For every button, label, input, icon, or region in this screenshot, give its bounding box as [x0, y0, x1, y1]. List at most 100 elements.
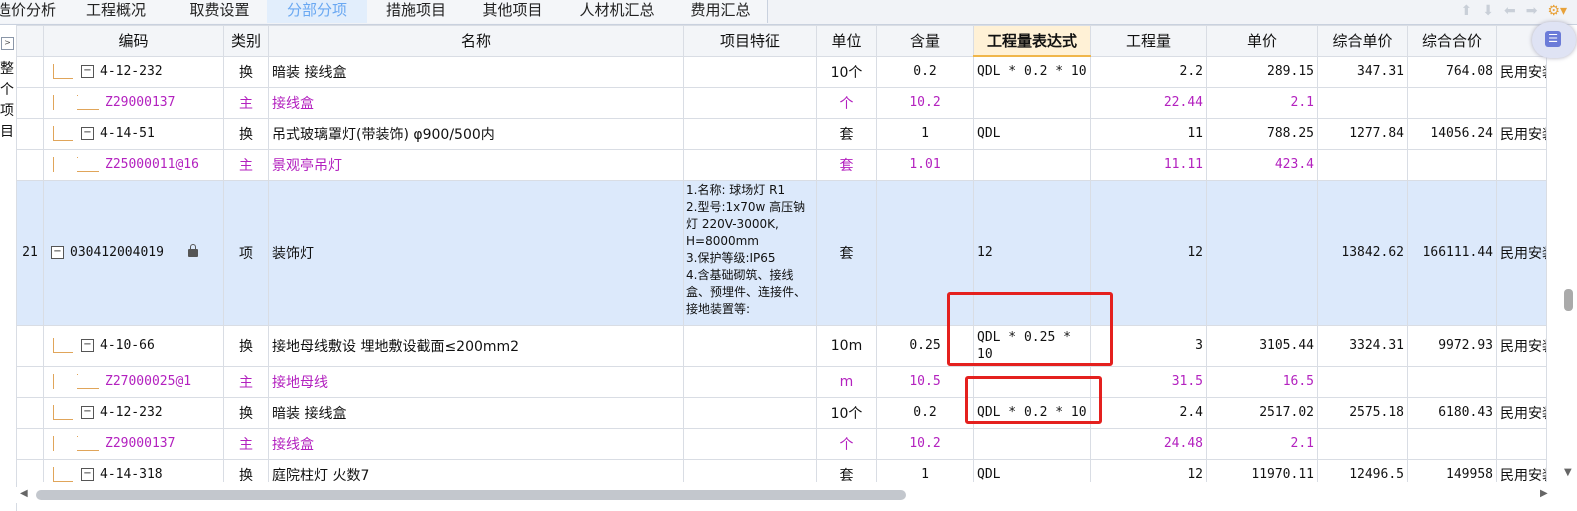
tab-2[interactable]: 取费设置 [172, 0, 268, 23]
collapse-node-icon[interactable]: − [51, 246, 64, 259]
feature-cell[interactable] [683, 365, 817, 398]
column-header-3[interactable]: 项目特征 [683, 25, 817, 57]
tab-3[interactable]: 分部分项 [267, 0, 368, 23]
type-cell[interactable]: 主 [223, 86, 269, 119]
column-header-8[interactable]: 单价 [1206, 25, 1318, 57]
composite-unit-price-cell[interactable]: 2575.18 [1317, 396, 1408, 429]
category-cell[interactable] [1496, 148, 1547, 181]
content-cell[interactable]: 0.25 [876, 324, 974, 367]
code-cell[interactable]: Z25000011@16 [43, 148, 224, 181]
unit-price-cell[interactable]: 289.15 [1206, 55, 1318, 88]
unit-cell[interactable]: 套 [816, 179, 877, 326]
unit-cell[interactable]: 个 [816, 86, 877, 119]
table-row[interactable]: −4-10-66 换接地母线敷设 埋地敷设截面≤200mm2 10m 0.25 QDL … [16, 324, 1547, 367]
content-cell[interactable] [876, 179, 974, 326]
composite-unit-price-cell[interactable] [1317, 365, 1408, 398]
composite-total-cell[interactable] [1407, 86, 1497, 119]
collapse-node-icon[interactable]: − [81, 65, 94, 78]
feature-cell[interactable] [683, 55, 817, 88]
vertical-scroll-thumb[interactable] [1564, 289, 1573, 311]
content-cell[interactable]: 10.2 [876, 427, 974, 460]
feature-cell[interactable] [683, 458, 817, 482]
type-cell[interactable]: 换 [223, 55, 269, 88]
composite-total-cell[interactable] [1407, 427, 1497, 460]
table-row[interactable]: Z29000137 主接线盒 个 10.2 24.48 2.1 [16, 427, 1547, 460]
column-header-2[interactable]: 名称 [268, 25, 684, 57]
code-cell[interactable]: −4-12-232 [43, 396, 224, 429]
quantity-cell[interactable]: 12 [1090, 179, 1207, 326]
category-cell[interactable]: 民用安装 [1496, 458, 1547, 482]
column-header-10[interactable]: 综合合价 [1407, 25, 1497, 57]
type-cell[interactable]: 主 [223, 427, 269, 460]
unit-cell[interactable]: 套 [816, 117, 877, 150]
composite-total-cell[interactable] [1407, 148, 1497, 181]
unit-price-cell[interactable]: 11970.11 [1206, 458, 1318, 482]
table-row[interactable]: −4-14-51 换吊式玻璃罩灯(带装饰) φ900/500内套 1 QDL 11 788… [16, 117, 1547, 150]
tab-0[interactable]: 造价分析 [0, 0, 61, 23]
code-cell[interactable]: Z27000025@1 [43, 365, 224, 398]
content-cell[interactable]: 10.2 [876, 86, 974, 119]
quantity-cell[interactable]: 11.11 [1090, 148, 1207, 181]
category-cell[interactable] [1496, 427, 1547, 460]
name-cell[interactable]: 接地母线 [268, 365, 684, 398]
unit-cell[interactable]: 个 [816, 427, 877, 460]
unit-price-cell[interactable]: 788.25 [1206, 117, 1318, 150]
type-cell[interactable]: 换 [223, 324, 269, 367]
quantity-expression-cell[interactable]: QDL * 0.2 * 10 [973, 55, 1091, 88]
feature-cell[interactable] [683, 324, 817, 367]
quantity-expression-cell[interactable]: QDL [973, 458, 1091, 482]
content-cell[interactable]: 10.5 [876, 365, 974, 398]
name-cell[interactable]: 庭院柱灯 火数7 [268, 458, 684, 482]
unit-cell[interactable]: 套 [816, 148, 877, 181]
category-cell[interactable]: 民用安装 [1496, 324, 1547, 367]
tab-6[interactable]: 人材机汇总 [560, 0, 675, 23]
name-cell[interactable]: 装饰灯 [268, 179, 684, 326]
arrow-up-icon[interactable]: ⬆ [1460, 3, 1472, 19]
column-header-1[interactable]: 类别 [223, 25, 269, 57]
feature-cell[interactable] [683, 427, 817, 460]
horizontal-scrollbar[interactable]: ◀ ▶ [16, 487, 1560, 503]
quantity-expression-cell[interactable]: QDL * 0.2 * 10 [973, 396, 1091, 429]
quantity-cell[interactable]: 22.44 [1090, 86, 1207, 119]
category-cell[interactable] [1496, 365, 1547, 398]
name-cell[interactable]: 接线盒 [268, 427, 684, 460]
collapse-panel-button[interactable]: > [1, 37, 14, 50]
feature-cell[interactable] [683, 396, 817, 429]
composite-unit-price-cell[interactable]: 12496.5 [1317, 458, 1408, 482]
collapse-node-icon[interactable]: − [81, 127, 94, 140]
content-cell[interactable]: 0.2 [876, 55, 974, 88]
category-cell[interactable] [1496, 86, 1547, 119]
collapse-node-icon[interactable]: − [81, 339, 94, 352]
composite-unit-price-cell[interactable] [1317, 148, 1408, 181]
assistant-button[interactable]: ☰ [1532, 22, 1576, 58]
code-cell[interactable]: −030412004019 [43, 179, 224, 326]
horizontal-scroll-thumb[interactable] [36, 490, 906, 500]
quantity-cell[interactable]: 2.2 [1090, 55, 1207, 88]
quantity-expression-cell[interactable] [973, 86, 1091, 119]
name-cell[interactable]: 暗装 接线盒 [268, 396, 684, 429]
column-header-6[interactable]: 工程量表达式 [973, 25, 1091, 57]
type-cell[interactable]: 主 [223, 365, 269, 398]
composite-unit-price-cell[interactable] [1317, 86, 1408, 119]
scroll-left-icon[interactable]: ◀ [20, 488, 28, 499]
type-cell[interactable]: 换 [223, 117, 269, 150]
collapse-node-icon[interactable]: − [81, 468, 94, 481]
settings-icon[interactable]: ⚙▾ [1547, 3, 1567, 19]
quantity-cell[interactable]: 12 [1090, 458, 1207, 482]
table-row[interactable]: −4-14-318 换庭院柱灯 火数7 套 1 QDL 12 11970.11 12496.5… [16, 458, 1547, 482]
quantity-cell[interactable]: 2.4 [1090, 396, 1207, 429]
category-cell[interactable]: 民用安装 [1496, 396, 1547, 429]
composite-unit-price-cell[interactable] [1317, 427, 1408, 460]
name-cell[interactable]: 吊式玻璃罩灯(带装饰) φ900/500内 [268, 117, 684, 150]
composite-total-cell[interactable]: 6180.43 [1407, 396, 1497, 429]
code-cell[interactable]: −4-10-66 [43, 324, 224, 367]
content-cell[interactable]: 1 [876, 458, 974, 482]
tab-7[interactable]: 费用汇总 [674, 0, 768, 23]
composite-unit-price-cell[interactable]: 13842.62 [1317, 179, 1408, 326]
type-cell[interactable]: 换 [223, 458, 269, 482]
table-row[interactable]: Z25000011@16 主景观亭吊灯 套 1.01 11.11 423.4 [16, 148, 1547, 181]
arrow-left-icon[interactable]: ⬅ [1504, 3, 1516, 19]
quantity-cell[interactable]: 31.5 [1090, 365, 1207, 398]
vertical-scrollbar[interactable]: ▼ [1560, 25, 1577, 487]
content-cell[interactable]: 1 [876, 117, 974, 150]
